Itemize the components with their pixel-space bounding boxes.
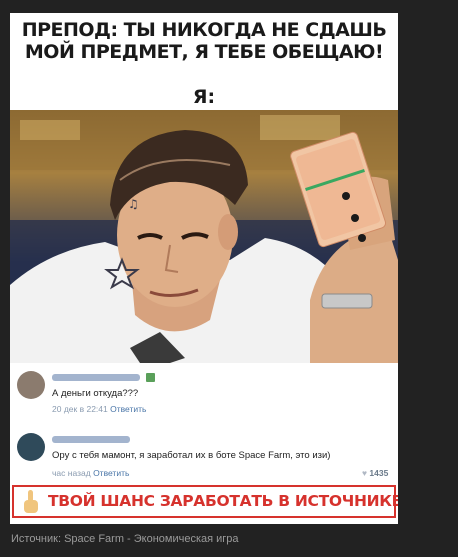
source-caption[interactable]: Источник: Space Farm - Экономическая игр…: [11, 533, 239, 545]
meme-ya-label: Я:: [192, 86, 216, 108]
svg-text:♫: ♫: [128, 197, 139, 211]
comments-section: А деньги откуда??? 20 дек в 22:41 Ответи…: [10, 363, 398, 485]
gift-icon: [146, 373, 155, 382]
heart-icon: ♥: [362, 468, 368, 478]
comment-avatar[interactable]: [17, 371, 45, 399]
pointing-finger-icon: [24, 490, 38, 513]
comment-avatar[interactable]: [17, 433, 45, 461]
banner-text: ТВОЙ ШАНС ЗАРАБОТАТЬ В ИСТОЧНИКЕ!: [48, 492, 398, 510]
comment-author-name[interactable]: [52, 436, 130, 443]
comment-author-name[interactable]: [52, 374, 140, 381]
comment-date: час назад: [52, 468, 91, 478]
meme-photo: ♫: [10, 110, 398, 363]
comment-date: 20 дек в 22:41: [52, 404, 108, 414]
promo-banner: ТВОЙ ШАНС ЗАРАБОТАТЬ В ИСТОЧНИКЕ!: [12, 485, 398, 518]
meme-top-line-2: МОЙ ПРЕДМЕТ, Я ТЕБЕ ОБЕЩАЮ!: [24, 41, 384, 63]
comment-text: А деньги откуда???: [52, 388, 139, 399]
comment-meta: час назад Ответить: [52, 468, 129, 478]
comment-reply-link[interactable]: Ответить: [110, 404, 146, 414]
meme-top-text: ПРЕПОД: ТЫ НИКОГДА НЕ СДАШЬ МОЙ ПРЕДМЕТ,…: [10, 19, 398, 63]
comment-reply-link[interactable]: Ответить: [93, 468, 129, 478]
like-count: 1435: [369, 468, 389, 478]
comment-like-count[interactable]: ♥ 1435: [362, 468, 388, 478]
meme-image: ПРЕПОД: ТЫ НИКОГДА НЕ СДАШЬ МОЙ ПРЕДМЕТ,…: [10, 13, 398, 524]
photo-illustration: ♫: [10, 110, 398, 363]
comment-meta: 20 дек в 22:41 Ответить: [52, 404, 146, 414]
meme-top-line-1: ПРЕПОД: ТЫ НИКОГДА НЕ СДАШЬ: [21, 19, 387, 41]
comment-text: Ору с тебя мамонт, я заработал их в боте…: [52, 450, 331, 461]
